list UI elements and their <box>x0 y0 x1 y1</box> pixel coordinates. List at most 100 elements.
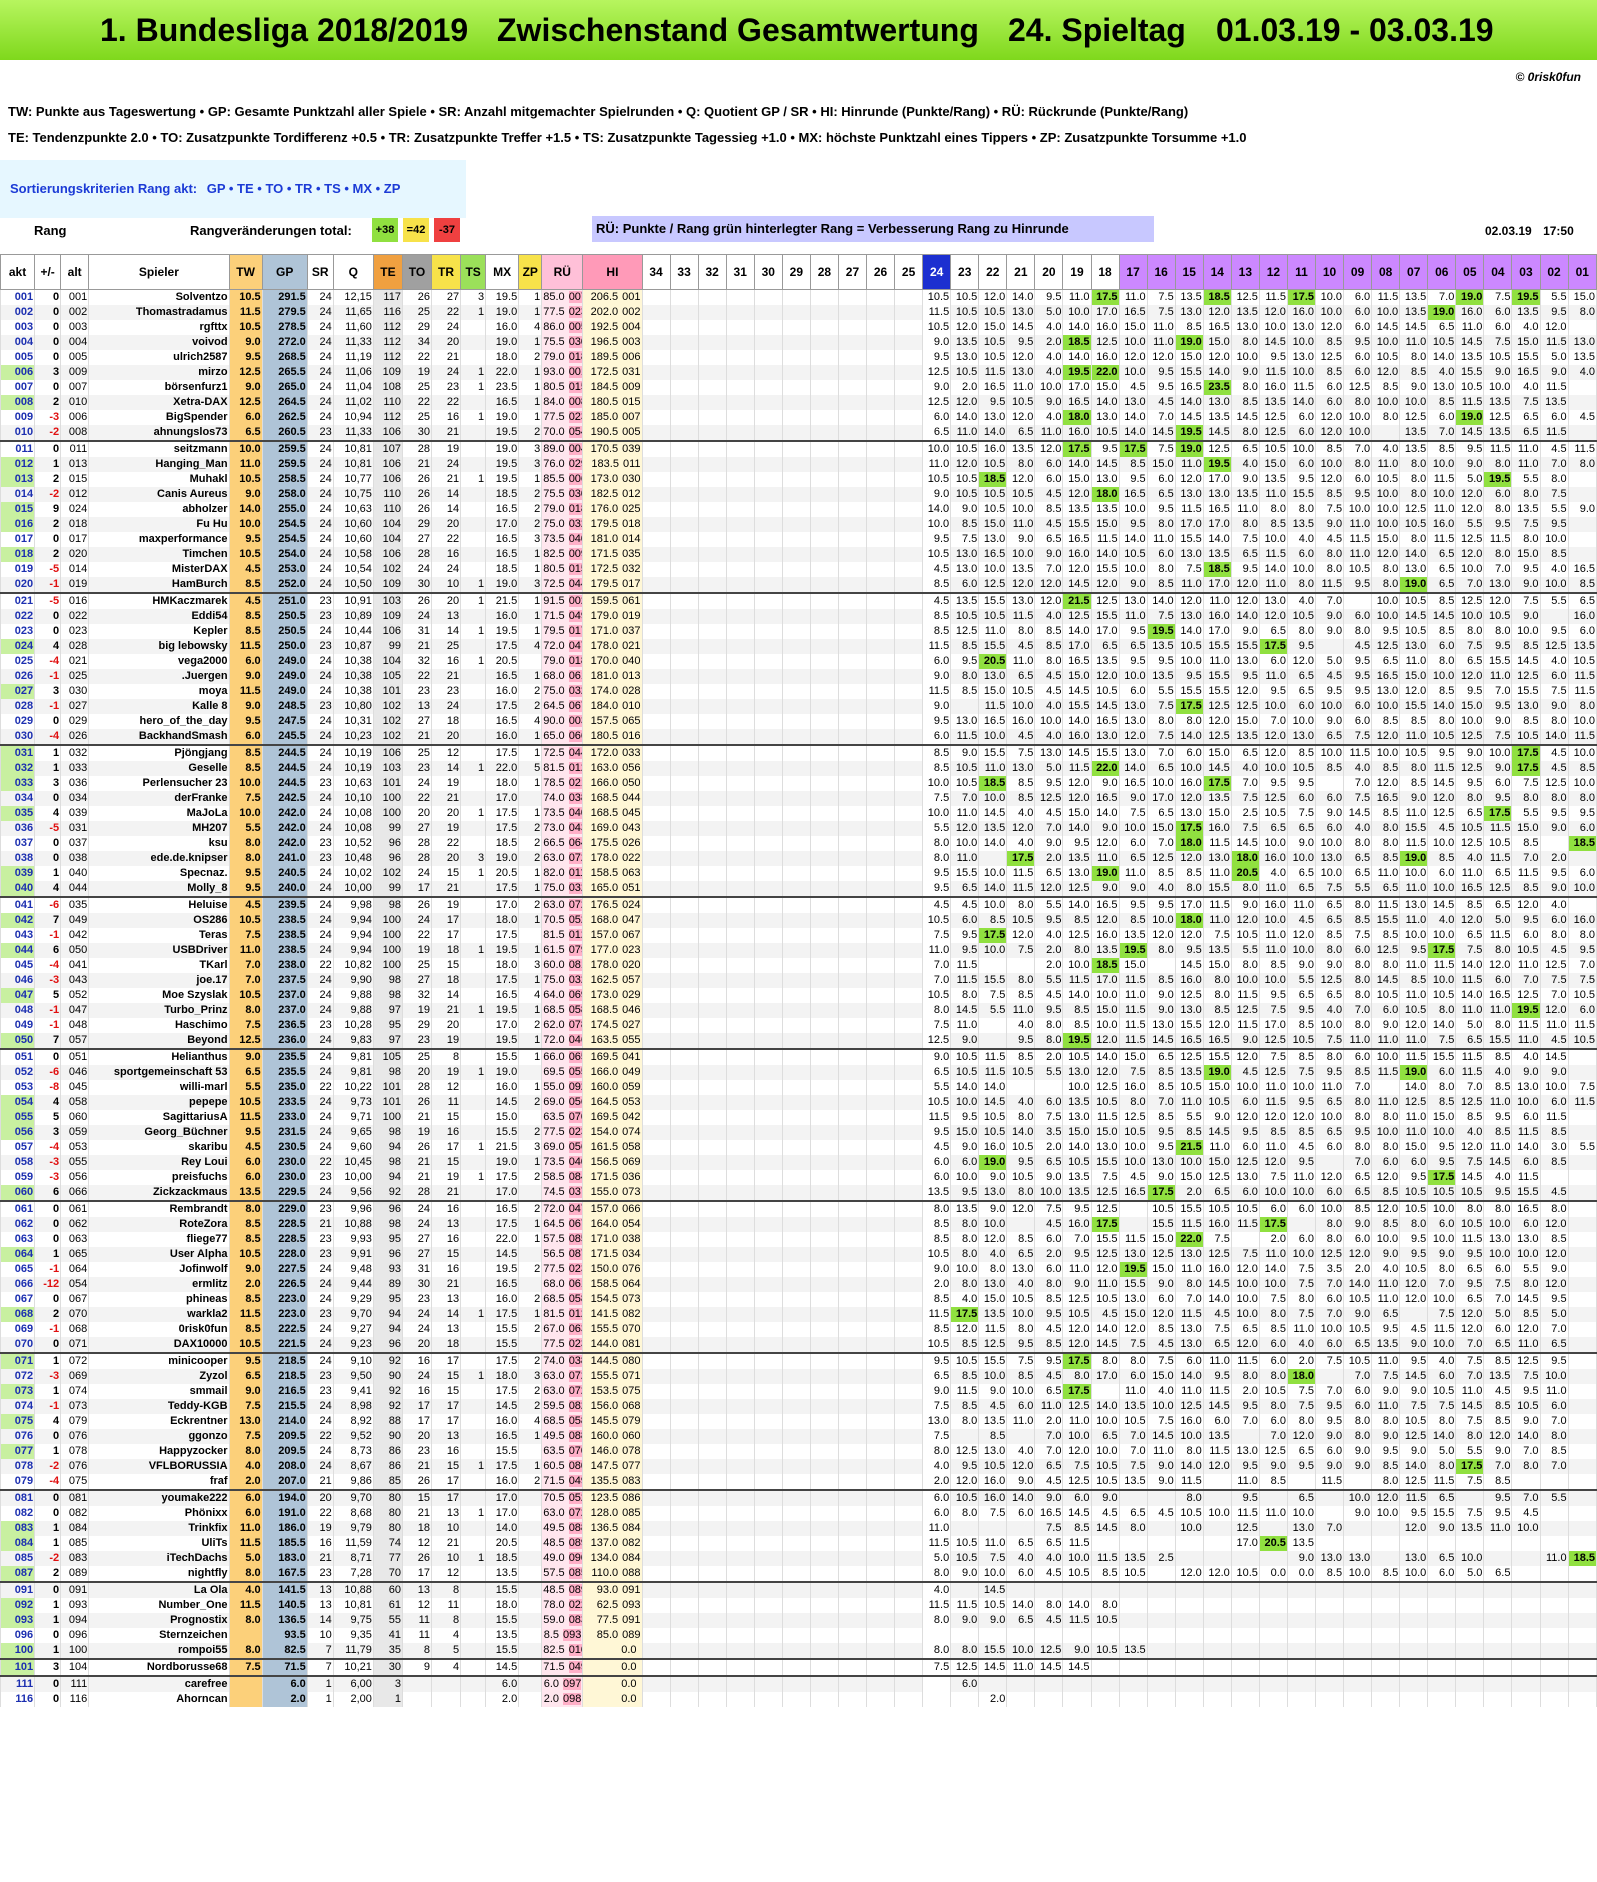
ts-value <box>460 1536 487 1551</box>
tr-value: 20 <box>431 1018 462 1033</box>
round-score: 10.5 <box>922 1337 952 1353</box>
mx-value: 19.5 <box>485 624 520 639</box>
round-score: 15.5 <box>1511 1185 1541 1201</box>
round-cell-empty <box>753 609 783 624</box>
col-header: TR <box>431 254 462 290</box>
round-score: 9.0 <box>1483 1444 1513 1459</box>
rank-delta: 5 <box>34 1110 62 1125</box>
round-score: 11.0 <box>1399 335 1429 350</box>
round-score: 11.5 <box>1062 1536 1092 1551</box>
to-value: 27 <box>401 1232 433 1247</box>
round-score: 12.0 <box>1399 1521 1429 1536</box>
round-score: 7.0 <box>922 973 952 988</box>
to-value: 19 <box>401 943 433 958</box>
round-cell-empty <box>894 761 924 776</box>
hi-points: 181.0 <box>590 670 619 682</box>
round-score: 12.0 <box>1006 410 1036 425</box>
round-score <box>1286 1474 1317 1490</box>
round-score: 10.5 <box>950 609 980 624</box>
player-name: smmail <box>88 1384 230 1399</box>
mx-value: 17.0 <box>485 1506 520 1521</box>
hi-value: 179.5 017 <box>582 577 643 593</box>
round-cell-empty <box>809 1018 839 1033</box>
round-cell-empty <box>641 684 671 699</box>
rue-rank: 072 <box>568 852 582 864</box>
update-timestamp: 02.03.19 17:50 <box>1485 220 1574 242</box>
sr-value: 24 <box>306 320 334 335</box>
round-score: 6.0 <box>1314 1140 1345 1155</box>
round-score: 12.5 <box>1258 410 1288 425</box>
title-banner: 1. Bundesliga 2018/2019 Zwischenstand Ge… <box>0 0 1597 60</box>
round-cell-empty <box>894 1598 924 1613</box>
round-score: 13.5 <box>1483 395 1513 410</box>
player-name: voivod <box>88 335 230 350</box>
round-cell-empty <box>809 1474 839 1490</box>
round-score: 6.5 <box>1427 547 1457 562</box>
round-cell-empty <box>669 395 699 410</box>
round-score <box>1202 1613 1232 1628</box>
hi-rank: 054 <box>622 1218 641 1230</box>
round-cell-empty <box>865 1307 896 1322</box>
round-cell-empty <box>641 1080 671 1095</box>
round-cell-empty <box>894 896 924 913</box>
round-cell-empty <box>669 1247 699 1262</box>
rue-points: 69.0 <box>543 1096 565 1108</box>
table-row: 030 -4 026 BackhandSmash 6.0 245.5 24 10,23 102 2… <box>0 729 1597 745</box>
rue-rank: 070 <box>568 1445 582 1457</box>
q-value: 9,90 <box>332 973 374 988</box>
round-score: 12.0 <box>1455 502 1485 517</box>
round-score <box>950 1581 980 1598</box>
table-row: 058 -3 055 Rey Loui 6.0 230.0 22 10,45 98 21 15 19.… <box>0 1155 1597 1170</box>
round-score: 8.0 <box>922 1566 952 1582</box>
hi-value: 156.0 068 <box>582 1399 643 1414</box>
player-name: Georg_Büchner <box>88 1125 230 1140</box>
round-score: 8.5 <box>1427 1095 1457 1110</box>
rank-delta: -3 <box>34 1369 62 1384</box>
round-score: 15.5 <box>978 639 1008 654</box>
hi-value: 166.0 050 <box>582 776 643 791</box>
table-row: 010 -2 008 ahnungslos73 6.5 260.5 23 11,33 106 30… <box>0 425 1597 441</box>
round-cell-empty <box>894 806 924 821</box>
zp-value: 2 <box>518 1125 543 1140</box>
round-cell-empty <box>641 624 671 639</box>
round-cell-empty <box>641 1322 671 1337</box>
round-cell-empty <box>641 1429 671 1444</box>
zp-value: 2 <box>518 1200 543 1217</box>
tr-value: 14 <box>431 487 462 502</box>
zp-value <box>518 1581 543 1598</box>
round-cell-empty <box>865 1247 896 1262</box>
rank-previous: 047 <box>60 1003 90 1018</box>
round-score: 13.5 <box>1483 425 1513 441</box>
rank-previous: 014 <box>60 562 90 577</box>
round-score: 6.0 <box>1034 1232 1064 1247</box>
round-score: 12.0 <box>1006 1459 1036 1474</box>
round-score: 10.0 <box>1202 1506 1232 1521</box>
rank-previous: 027 <box>60 699 90 714</box>
round-score: 6.0 <box>922 729 952 745</box>
round-score: 13.5 <box>1511 305 1541 320</box>
round-score: 4.5 <box>1286 1140 1317 1155</box>
rank-changes-label: Rangveränderungen total: <box>190 223 352 238</box>
mx-value: 17.5 <box>485 1307 520 1322</box>
round-cell-empty <box>753 1200 783 1217</box>
round-cell-empty <box>865 305 896 320</box>
round-score: 23.5 <box>1202 380 1232 395</box>
round-score <box>1258 1581 1288 1598</box>
round-cell-empty <box>894 1337 924 1353</box>
round-score: 14.0 <box>1062 624 1092 639</box>
round-score: 10.5 <box>1006 487 1036 502</box>
round-score: 11.5 <box>1230 1217 1260 1232</box>
round-cell-empty <box>837 1155 868 1170</box>
round-cell-empty <box>669 943 699 958</box>
hi-rank: 004 <box>622 321 641 333</box>
te-value: 90 <box>372 1369 403 1384</box>
round-cell-empty <box>697 928 727 943</box>
round-score: 7.0 <box>1455 1337 1485 1353</box>
round-score: 13.0 <box>1286 350 1317 365</box>
round-cell-empty <box>753 532 783 547</box>
round-score: 11.0 <box>1483 1521 1513 1536</box>
gp-value: 242.5 <box>261 791 308 806</box>
round-cell-empty <box>697 1628 727 1643</box>
round-score: 11.5 <box>1427 532 1457 547</box>
round-score: 9.5 <box>1399 943 1429 958</box>
